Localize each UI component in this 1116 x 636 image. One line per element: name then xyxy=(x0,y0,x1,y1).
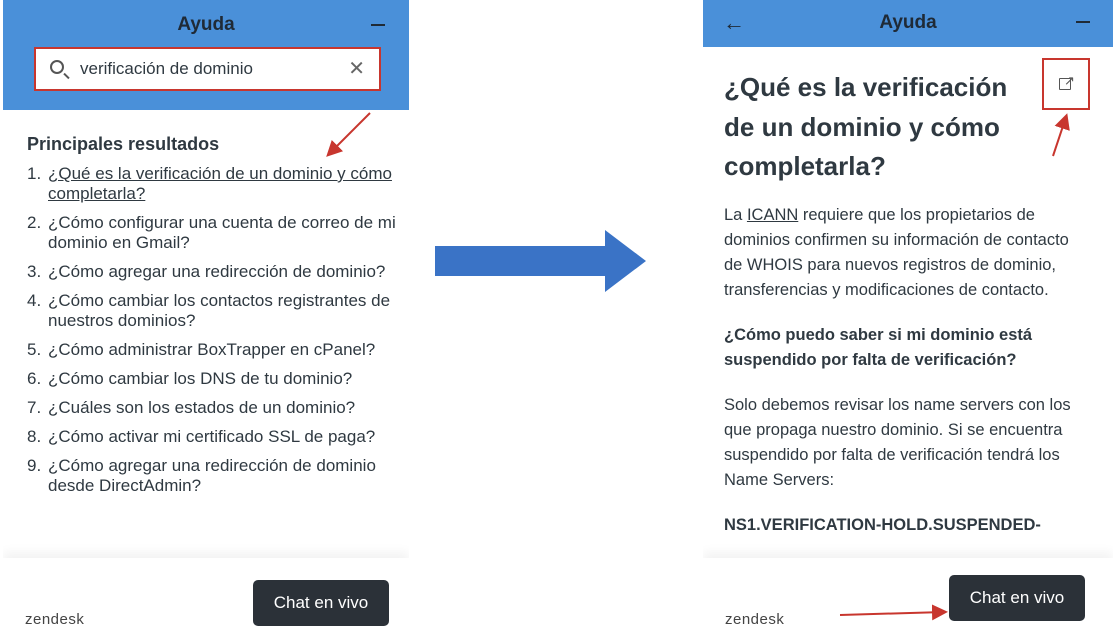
annotation-arrow-icon xyxy=(326,112,371,157)
annotation-arrow-icon xyxy=(839,604,948,621)
annotation-arrows xyxy=(326,112,1070,621)
annotation-arrow-icon xyxy=(1052,113,1070,157)
